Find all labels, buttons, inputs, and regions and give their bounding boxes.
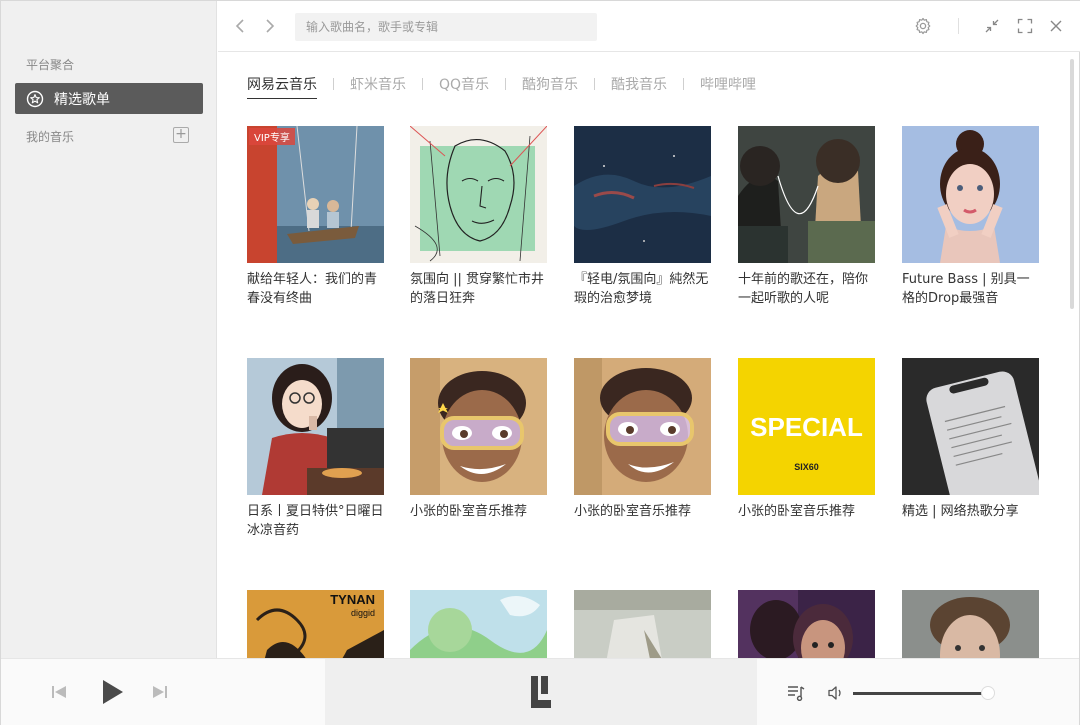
playlist-title[interactable]: 小张的卧室音乐推荐 xyxy=(738,502,875,521)
star-circle-icon xyxy=(26,90,44,108)
playlist-card[interactable] xyxy=(738,590,875,658)
playlist-cover-anime-girl[interactable] xyxy=(247,358,384,495)
source-tabs: 网易云音乐 虾米音乐 QQ音乐 酷狗音乐 酷我音乐 哔哩哔哩 xyxy=(247,73,756,99)
playlist-title[interactable]: 日系丨夏日特供°日曜日冰凉音药 xyxy=(247,502,384,540)
toolbar-divider xyxy=(958,18,959,34)
tab-separator xyxy=(422,78,423,90)
scrollbar-thumb[interactable] xyxy=(1070,59,1074,309)
volume-slider-knob[interactable] xyxy=(981,686,995,700)
tab-source-0[interactable]: 网易云音乐 xyxy=(247,74,317,99)
playlist-cover-tynan-art[interactable]: TYNAN diggid xyxy=(247,590,384,658)
fullscreen-icon[interactable] xyxy=(1014,15,1036,37)
tab-source-3[interactable]: 酷狗音乐 xyxy=(522,74,578,98)
tab-source-5[interactable]: 哔哩哔哩 xyxy=(700,74,756,98)
tab-separator xyxy=(594,78,596,90)
playlist-title[interactable]: 『轻电/氛围向』純然无瑕的治愈梦境 xyxy=(574,270,711,308)
playlist-card[interactable] xyxy=(574,590,711,658)
playlist-cover-swing[interactable]: VIP专享 xyxy=(247,126,384,263)
playlist-card[interactable]: Future Bass | 别具一格的Drop最强音 xyxy=(902,126,1039,308)
sidebar-item-featured-playlists[interactable]: 精选歌单 xyxy=(15,83,203,114)
play-icon[interactable] xyxy=(97,676,127,708)
sidebar-item-label: 精选歌单 xyxy=(54,91,110,108)
playlist-cover-phone-notes[interactable] xyxy=(902,358,1039,495)
now-playing-area[interactable] xyxy=(325,659,757,725)
playlist-card[interactable]: TYNAN diggid xyxy=(247,590,384,658)
playlist-card[interactable]: 日系丨夏日特供°日曜日冰凉音药 xyxy=(247,358,384,540)
tab-separator xyxy=(505,78,507,90)
playlist-card[interactable] xyxy=(410,590,547,658)
forward-icon[interactable] xyxy=(260,15,280,37)
sidebar-section-platform: 平台聚合 xyxy=(26,58,75,72)
settings-icon[interactable] xyxy=(912,15,934,37)
playlist-title[interactable]: Future Bass | 别具一格的Drop最强音 xyxy=(902,270,1039,308)
playlist-card[interactable]: 小张的卧室音乐推荐 xyxy=(410,358,547,521)
svg-text:SIX60: SIX60 xyxy=(794,462,819,472)
playlist-card[interactable]: SPECIAL SIX60 小张的卧室音乐推荐 xyxy=(738,358,875,521)
tab-source-2[interactable]: QQ音乐 xyxy=(439,74,489,98)
tab-separator xyxy=(683,78,685,90)
playlist-card[interactable]: VIP专享献给年轻人：我们的青春没有终曲 xyxy=(247,126,384,308)
playlist-cover-grey-photo[interactable] xyxy=(574,590,711,658)
player-bar xyxy=(1,658,1079,725)
compact-icon[interactable] xyxy=(981,15,1003,37)
playlist-grid: VIP专享献给年轻人：我们的青春没有终曲 氛围向 || 贯穿繁忙市井的落日狂奔 『轻… xyxy=(218,101,1066,658)
playlist-card[interactable]: 氛围向 || 贯穿繁忙市井的落日狂奔 xyxy=(410,126,547,308)
playlist-cover-special-yellow[interactable]: SPECIAL SIX60 xyxy=(738,358,875,495)
playlist-card[interactable]: 十年前的歌还在，陪你一起听歌的人呢 xyxy=(738,126,875,308)
playlist-cover-man-portrait[interactable] xyxy=(902,590,1039,658)
prev-icon[interactable] xyxy=(48,681,70,703)
tab-separator xyxy=(333,78,334,90)
playlist-icon[interactable] xyxy=(786,683,806,703)
playlist-cover-memoji-1[interactable] xyxy=(410,358,547,495)
playlist-cover-purple-portrait[interactable] xyxy=(738,590,875,658)
playlist-title[interactable]: 小张的卧室音乐推荐 xyxy=(410,502,547,521)
next-icon[interactable] xyxy=(149,681,171,703)
playlist-title[interactable]: 氛围向 || 贯穿繁忙市井的落日狂奔 xyxy=(410,270,547,308)
playlist-title[interactable]: 献给年轻人：我们的青春没有终曲 xyxy=(247,270,384,308)
sidebar-section-my-music: 我的音乐 xyxy=(26,130,75,144)
playlist-card[interactable]: 精选 | 网络热歌分享 xyxy=(902,358,1039,521)
music-app-window: 平台聚合 精选歌单 我的音乐 + 网易云音乐 xyxy=(0,0,1080,725)
playlist-cover-memoji-2[interactable] xyxy=(574,358,711,495)
close-icon[interactable] xyxy=(1045,15,1067,37)
playlist-title[interactable]: 小张的卧室音乐推荐 xyxy=(574,502,711,521)
playlist-card[interactable]: 小张的卧室音乐推荐 xyxy=(574,358,711,521)
playlist-card[interactable] xyxy=(902,590,1039,658)
tab-source-4[interactable]: 酷我音乐 xyxy=(611,74,667,98)
playlist-cover-green-sky[interactable] xyxy=(410,590,547,658)
volume-slider[interactable] xyxy=(853,692,988,695)
logo-icon xyxy=(529,674,553,714)
scrollbar[interactable] xyxy=(1067,53,1077,658)
playlist-cover-sketch-face[interactable] xyxy=(410,126,547,263)
search-input[interactable] xyxy=(295,13,597,41)
playlist-card[interactable]: 『轻电/氛围向』純然无瑕的治愈梦境 xyxy=(574,126,711,308)
tab-source-1[interactable]: 虾米音乐 xyxy=(350,74,406,98)
vip-badge: VIP专享 xyxy=(249,128,295,145)
svg-text:SPECIAL: SPECIAL xyxy=(750,412,863,442)
svg-text:diggid: diggid xyxy=(351,608,375,618)
sidebar: 平台聚合 精选歌单 我的音乐 + xyxy=(1,1,217,658)
top-bar xyxy=(218,1,1080,52)
back-icon[interactable] xyxy=(230,15,250,37)
playlist-title[interactable]: 十年前的歌还在，陪你一起听歌的人呢 xyxy=(738,270,875,308)
playlist-cover-girl-portrait[interactable] xyxy=(902,126,1039,263)
playlist-title[interactable]: 精选 | 网络热歌分享 xyxy=(902,502,1039,521)
add-playlist-icon[interactable]: + xyxy=(173,127,189,143)
playlist-cover-earphones[interactable] xyxy=(738,126,875,263)
volume-icon[interactable] xyxy=(826,683,846,703)
playlist-cover-dark-sky[interactable] xyxy=(574,126,711,263)
svg-text:TYNAN: TYNAN xyxy=(330,592,375,607)
